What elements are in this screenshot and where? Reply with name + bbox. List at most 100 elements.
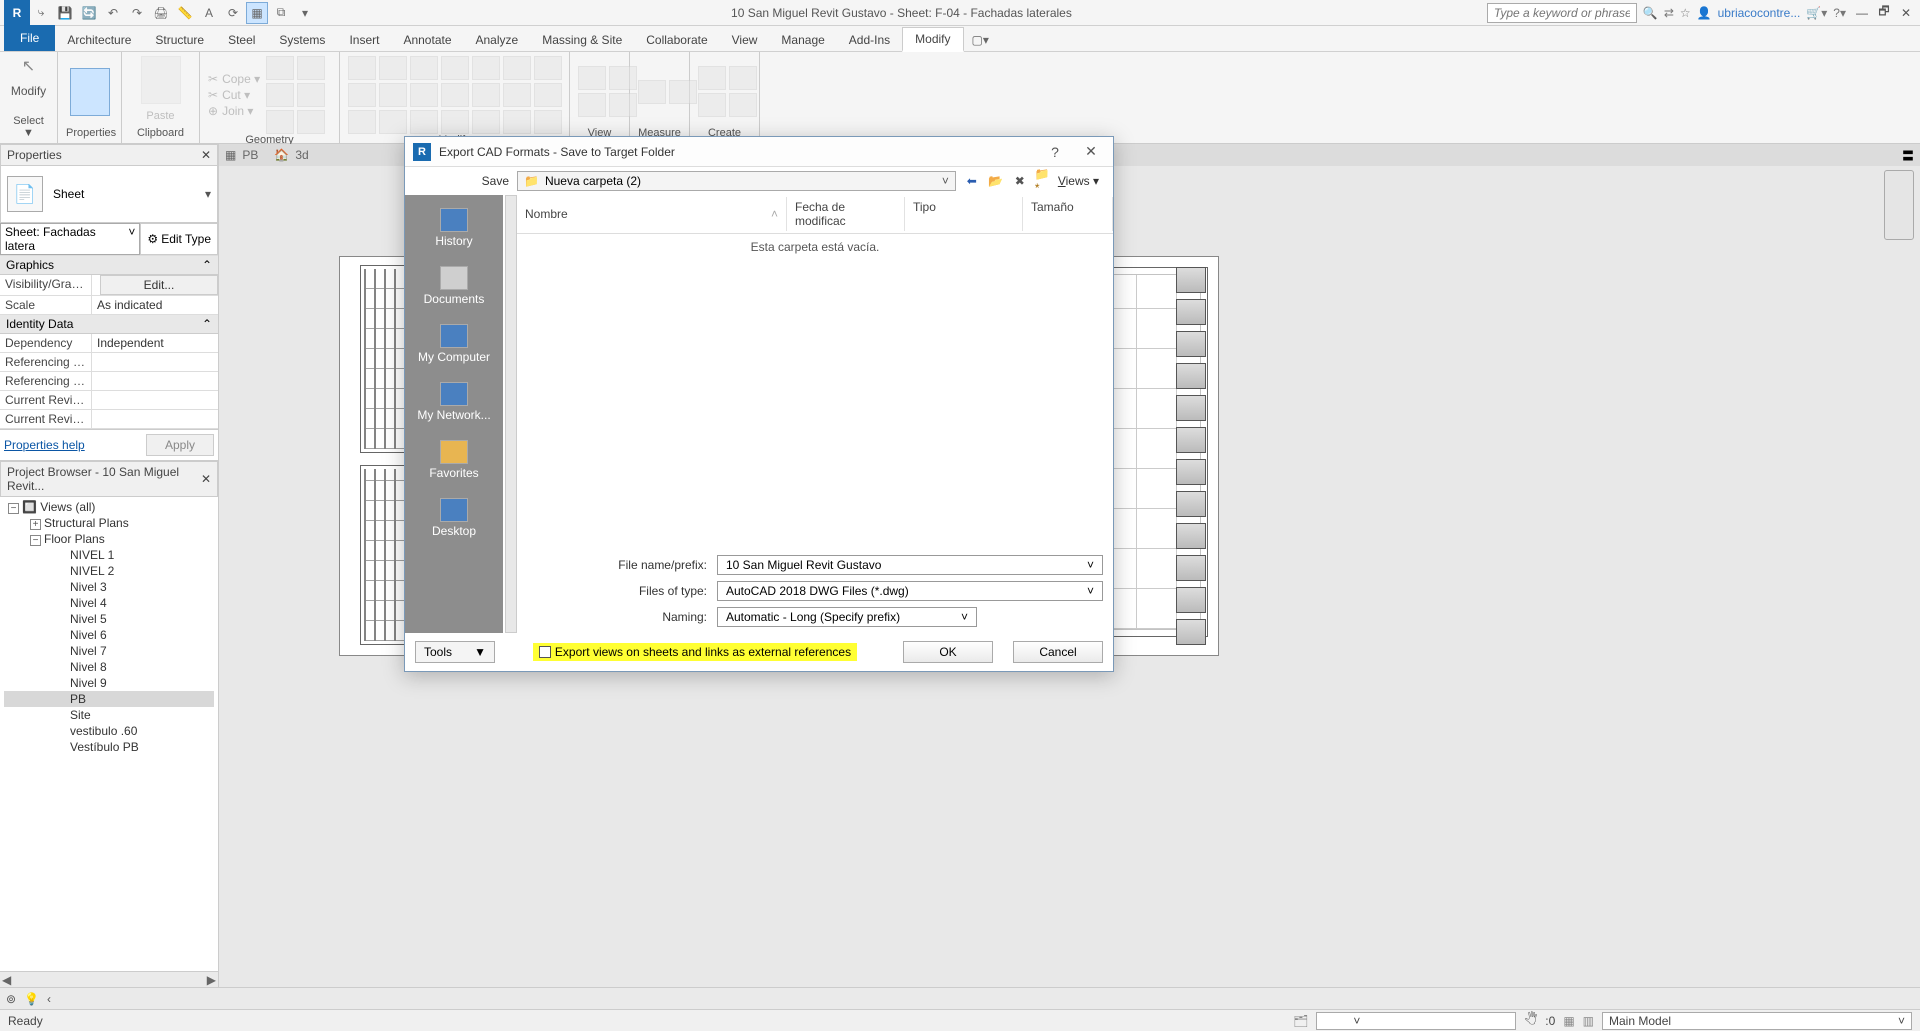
active-workset-combo[interactable]: ˅ [1316,1012,1516,1030]
tree-nivel9[interactable]: Nivel 9 [4,675,214,691]
tab-steel[interactable]: Steel [216,29,267,51]
up-folder-icon[interactable]: 📂 [986,171,1006,191]
tab-collaborate[interactable]: Collaborate [634,29,719,51]
tree-nivel6[interactable]: Nivel 6 [4,627,214,643]
dialog-close-icon[interactable]: ✕ [1077,143,1105,160]
favorite-icon[interactable]: ☆ [1680,6,1691,20]
username[interactable]: ubriacocontre... [1718,6,1801,20]
join-button[interactable]: ⊕ Join ▾ [208,104,260,118]
redo-icon[interactable]: ↷ [126,2,148,24]
user-icon[interactable]: 👤 [1697,6,1712,20]
undo-icon[interactable]: ↶ [102,2,124,24]
tree-nivel2[interactable]: NIVEL 2 [4,563,214,579]
edit-type-button[interactable]: ⚙Edit Type [140,223,218,255]
search-input[interactable] [1487,3,1637,23]
tab-view[interactable]: View [720,29,770,51]
minimize-icon[interactable]: — [1852,3,1872,23]
tab-massing[interactable]: Massing & Site [530,29,634,51]
naming-combo[interactable]: Automatic - Long (Specify prefix)˅ [717,607,977,627]
project-browser-tree[interactable]: −🔲 Views (all) +Structural Plans −Floor … [0,497,218,971]
lightbulb-icon[interactable]: 💡 [24,992,39,1006]
tab-insert[interactable]: Insert [337,29,391,51]
doc-tabs-menu-icon[interactable]: 〓 [1902,147,1914,164]
close-icon[interactable]: ✕ [1896,3,1916,23]
filter-icon[interactable]: ▦ [1563,1014,1574,1028]
filetype-combo[interactable]: AutoCAD 2018 DWG Files (*.dwg)˅ [717,581,1103,601]
cut-button[interactable]: ✂ Cut ▾ [208,88,260,102]
place-history[interactable]: History [405,199,503,257]
worksharing-icon[interactable]: ⊚ [6,992,16,1006]
place-desktop[interactable]: Desktop [405,489,503,547]
tree-nivel5[interactable]: Nivel 5 [4,611,214,627]
doc-tab-3d[interactable]: 🏠 3d [274,148,308,162]
tree-nivel7[interactable]: Nivel 7 [4,643,214,659]
communicate-icon[interactable]: ⇄ [1664,6,1674,20]
places-scrollbar[interactable] [505,195,517,633]
tree-vestibulo60[interactable]: vestibulo .60 [4,723,214,739]
reload-icon[interactable]: ⟳ [222,2,244,24]
design-options-combo[interactable]: Main Model˅ [1602,1012,1912,1030]
text-icon[interactable]: A [198,2,220,24]
properties-button[interactable] [70,68,110,116]
type-name[interactable]: Sheet [53,187,195,201]
place-documents[interactable]: Documents [405,257,503,315]
restore-icon[interactable]: 🗗 [1874,3,1894,23]
col-size[interactable]: Tamaño [1023,197,1113,231]
file-list[interactable]: Nombre˄ Fecha de modificac Tipo Tamaño E… [517,195,1113,633]
dialog-help-icon[interactable]: ? [1041,144,1069,160]
tab-systems[interactable]: Systems [267,29,337,51]
thin-lines-icon[interactable]: ▦ [246,2,268,24]
folder-combo[interactable]: 📁 Nueva carpeta (2) ˅ [517,171,956,191]
navigation-bar[interactable] [1884,170,1914,240]
close-panel-icon[interactable]: ✕ [201,148,211,162]
type-dropdown-icon[interactable]: ▾ [205,187,211,201]
back-icon[interactable]: ⬅ [962,171,982,191]
close-views-icon[interactable]: ⧉ [270,2,292,24]
tab-addins[interactable]: Add-Ins [837,29,902,51]
category-identity[interactable]: Identity Data⌃ [0,315,218,334]
search-icon[interactable]: 🔍 [1643,6,1658,20]
help-icon[interactable]: ?▾ [1833,6,1846,20]
switch-view-icon[interactable]: ▾ [294,2,316,24]
tree-site[interactable]: Site [4,707,214,723]
worksets-icon[interactable]: 🗂 [1293,1014,1308,1028]
tab-annotate[interactable]: Annotate [391,29,463,51]
tree-pb[interactable]: PB [4,691,214,707]
apply-button[interactable]: Apply [146,434,214,456]
tab-manage[interactable]: Manage [769,29,836,51]
vg-edit-button[interactable]: Edit... [100,275,218,295]
select-panel-label[interactable]: Select ▼ [8,115,49,139]
tree-nivel3[interactable]: Nivel 3 [4,579,214,595]
tab-analyze[interactable]: Analyze [464,29,531,51]
filename-input[interactable]: 10 San Miguel Revit Gustavo˅ [717,555,1103,575]
sync-icon[interactable]: 🔄 [78,2,100,24]
tab-architecture[interactable]: Architecture [55,29,143,51]
cancel-button[interactable]: Cancel [1013,641,1103,663]
paste-button[interactable] [141,56,181,104]
filter2-icon[interactable]: ▥ [1583,1014,1594,1028]
revit-logo[interactable]: R [4,0,30,26]
ok-button[interactable]: OK [903,641,993,663]
modify-button[interactable]: Modify [7,82,50,100]
save-icon[interactable]: 💾 [54,2,76,24]
properties-help-link[interactable]: Properties help [4,438,85,452]
tree-vestibulopb[interactable]: Vestíbulo PB [4,739,214,755]
cope-button[interactable]: ✂ Cope ▾ [208,72,260,86]
scale-value[interactable]: As indicated [92,296,218,314]
print-icon[interactable]: 🖨 [150,2,172,24]
delete-icon[interactable]: ✖ [1010,171,1030,191]
place-favorites[interactable]: Favorites [405,431,503,489]
select-count-icon[interactable]: 🖑 [1524,1010,1537,1031]
doc-tab-pb[interactable]: ▦ PB [225,148,258,162]
leftnav-icon[interactable]: ‹ [47,992,51,1006]
tab-file[interactable]: File [4,25,55,51]
tree-nivel8[interactable]: Nivel 8 [4,659,214,675]
tree-nivel1[interactable]: NIVEL 1 [4,547,214,563]
place-computer[interactable]: My Computer [405,315,503,373]
tab-structure[interactable]: Structure [143,29,216,51]
tab-context-icon[interactable]: ▢▾ [964,29,997,51]
category-graphics[interactable]: Graphics⌃ [0,256,218,275]
col-name[interactable]: Nombre˄ [517,197,787,231]
open-icon[interactable]: ⤷ [30,2,52,24]
browser-close-icon[interactable]: ✕ [201,472,211,486]
